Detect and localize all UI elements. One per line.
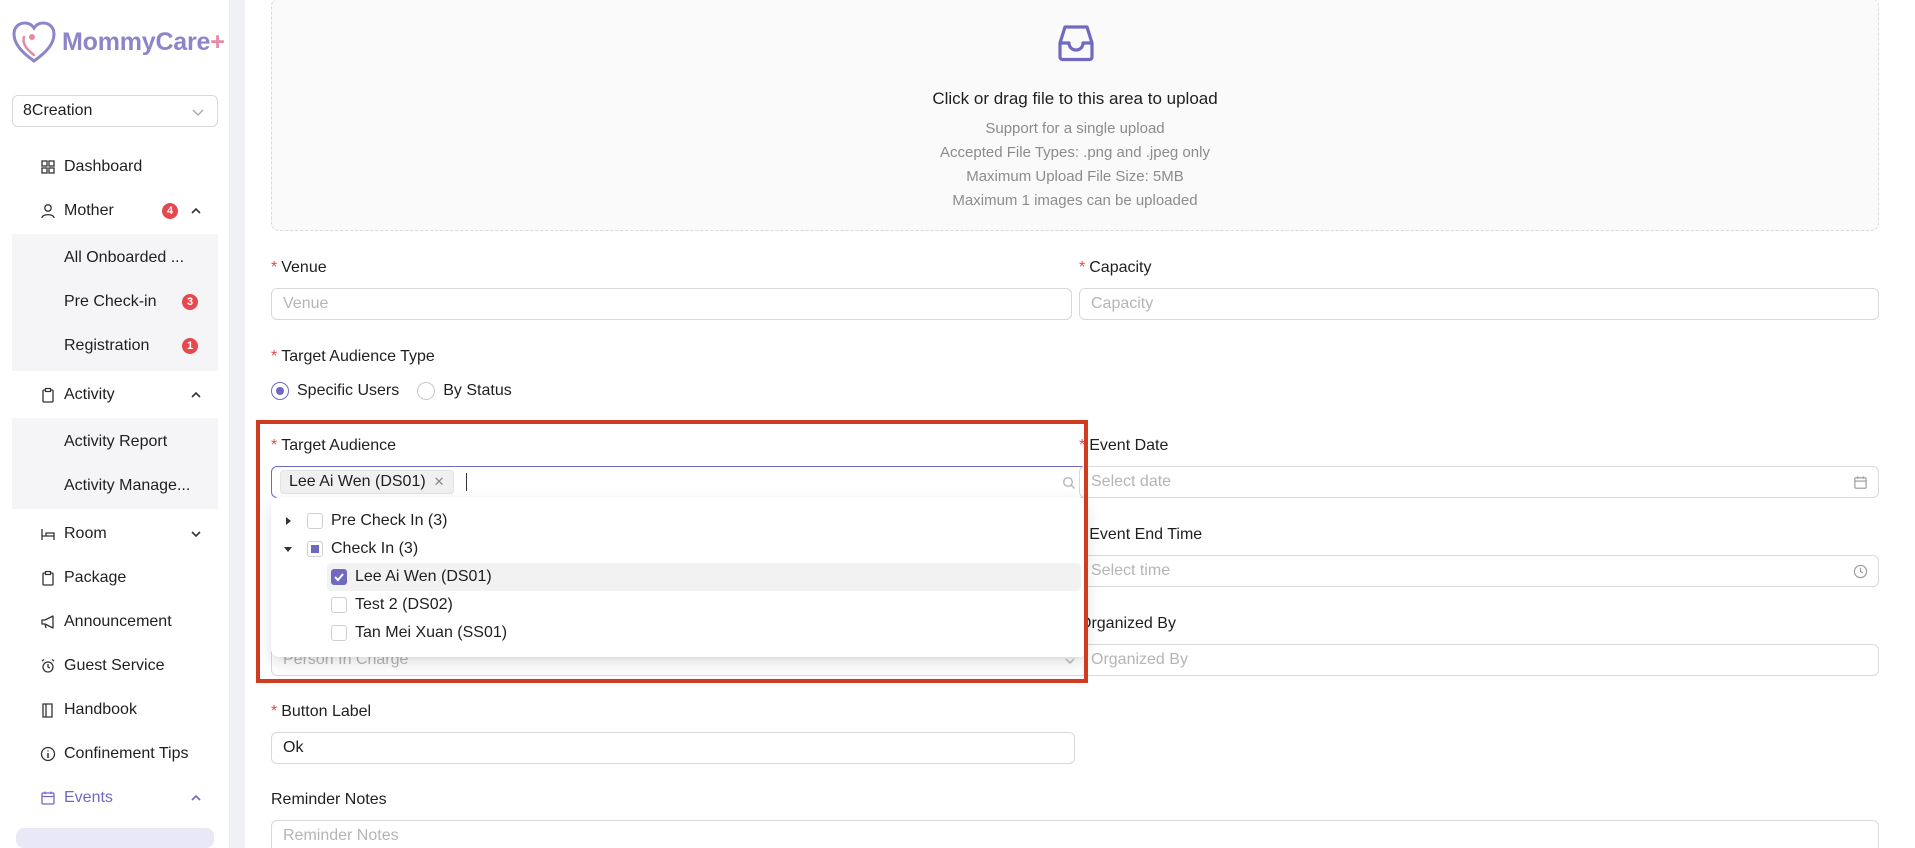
reminder-notes-label: Reminder Notes — [271, 791, 387, 808]
sidebar-item-label: Pre Check-in — [64, 293, 157, 310]
upload-dropzone[interactable]: Click or drag file to this area to uploa… — [271, 0, 1879, 231]
dashboard-icon — [41, 160, 55, 174]
activity-submenu: Activity Report Activity Manage... — [12, 418, 218, 509]
megaphone-icon — [41, 615, 54, 629]
sidebar-item-label: Registration — [64, 337, 150, 354]
chevron-up-icon — [191, 391, 201, 398]
calendar-icon — [1854, 476, 1867, 489]
sidebar-item-label: Activity Manage... — [64, 477, 191, 494]
sidebar-item-label: Confinement Tips — [64, 745, 189, 762]
sidebar-item-label: Announcement — [64, 613, 172, 630]
app-root: MommyCare+ 8Creation Dashboard Mother 4 … — [0, 0, 1915, 848]
sidebar-item-activity[interactable]: Activity — [12, 375, 218, 415]
sidebar-item-activity-manage[interactable]: Activity Manage... — [12, 466, 218, 506]
sidebar-item-activity-report[interactable]: Activity Report — [12, 422, 218, 462]
sidebar-item-guest-service[interactable]: Guest Service — [12, 646, 218, 686]
mother-submenu: All Onboarded ... Pre Check-in 3 Registr… — [12, 234, 218, 371]
event-end-time-picker[interactable]: Select time — [1079, 555, 1879, 587]
event-end-time-label: *Event End Time — [1079, 526, 1203, 543]
chevron-up-icon — [191, 794, 201, 801]
sidebar-item-dashboard[interactable]: Dashboard — [12, 147, 218, 187]
registration-count-badge: 1 — [182, 338, 198, 354]
radio-by-status[interactable] — [417, 382, 436, 400]
upload-hint: Maximum 1 images can be uploaded — [952, 192, 1198, 209]
organized-by-input[interactable]: Organized By — [1079, 644, 1879, 676]
sidebar-item-announcement[interactable]: Announcement — [12, 602, 218, 642]
reminder-notes-textarea[interactable]: Reminder Notes — [271, 820, 1879, 848]
upload-hint: Support for a single upload — [985, 120, 1165, 137]
radio-specific-users-label[interactable]: Specific Users — [297, 382, 399, 400]
sidebar-item-label: Activity — [64, 386, 115, 403]
sidebar-item-label: Dashboard — [64, 158, 143, 175]
bed-icon — [41, 529, 55, 540]
upload-hint: Maximum Upload File Size: 5MB — [966, 168, 1184, 185]
capacity-label: * Capacity — [1079, 259, 1152, 276]
organization-select-value: 8Creation — [23, 102, 93, 119]
upload-hint: Accepted File Types: .png and .jpeg only — [940, 144, 1210, 161]
sidebar-item-pre-checkin[interactable]: Pre Check-in 3 — [12, 282, 218, 322]
sidebar-item-all-onboarded[interactable]: All Onboarded ... — [12, 238, 218, 278]
brand-logo[interactable]: MommyCare+ — [12, 21, 225, 63]
event-date-picker[interactable]: Select date — [1079, 466, 1879, 498]
venue-label: * Venue — [271, 259, 327, 276]
chevron-down-icon — [191, 531, 201, 538]
sidebar-item-mother[interactable]: Mother 4 — [12, 191, 218, 231]
sidebar: MommyCare+ 8Creation Dashboard Mother 4 … — [0, 0, 230, 848]
target-audience-type-group: Specific Users By Status — [271, 382, 512, 400]
venue-input[interactable]: Venue — [271, 288, 1072, 320]
sidebar-item-label: Activity Report — [64, 433, 168, 450]
sidebar-item-confinement-tips[interactable]: Confinement Tips — [12, 734, 218, 774]
organization-select[interactable]: 8Creation — [12, 95, 218, 127]
package-icon — [42, 570, 54, 586]
user-icon — [41, 204, 55, 219]
radio-by-status-label[interactable]: By Status — [443, 382, 511, 400]
target-audience-type-label: * Target Audience Type — [271, 348, 435, 365]
highlight-box — [256, 420, 1088, 683]
sidebar-item-label: Handbook — [64, 701, 137, 718]
mother-count-badge: 4 — [162, 203, 178, 219]
sidebar-item-room[interactable]: Room — [12, 514, 218, 554]
heart-logo-icon — [12, 21, 56, 63]
sidebar-item-label: Mother — [64, 202, 114, 219]
radio-specific-users[interactable] — [271, 382, 289, 400]
chevron-up-icon — [191, 207, 201, 214]
sidebar-item-events[interactable]: Events — [12, 778, 218, 818]
upload-title: Click or drag file to this area to uploa… — [932, 89, 1218, 108]
sidebar-item-package[interactable]: Package — [12, 558, 218, 598]
calendar-icon — [41, 791, 55, 805]
button-label-input[interactable]: Ok — [271, 732, 1075, 764]
sidebar-item-label: Room — [64, 525, 107, 542]
sidebar-item-label: Events — [64, 789, 113, 806]
sidebar-item-handbook[interactable]: Handbook — [12, 690, 218, 730]
info-icon — [40, 746, 56, 762]
clipboard-icon — [42, 387, 54, 403]
capacity-input[interactable]: Capacity — [1079, 288, 1879, 320]
pre-checkin-count-badge: 3 — [182, 294, 198, 310]
sidebar-item-label: All Onboarded ... — [64, 249, 185, 266]
sidebar-item-label: Package — [64, 569, 127, 586]
sidebar-item-label: Guest Service — [64, 657, 165, 674]
inbox-icon — [1058, 25, 1094, 62]
chevron-down-icon — [192, 109, 204, 116]
event-date-label: * Event Date — [1079, 437, 1169, 454]
alarm-icon — [41, 658, 55, 673]
events-submenu-active-item[interactable] — [16, 828, 214, 848]
clock-icon — [1853, 564, 1868, 579]
sidebar-item-registration[interactable]: Registration 1 — [12, 326, 218, 366]
book-icon — [42, 703, 53, 718]
organized-by-label: Organized By — [1079, 615, 1176, 632]
button-label-label: * Button Label — [271, 703, 372, 720]
brand-name: MommyCare+ — [62, 27, 225, 56]
